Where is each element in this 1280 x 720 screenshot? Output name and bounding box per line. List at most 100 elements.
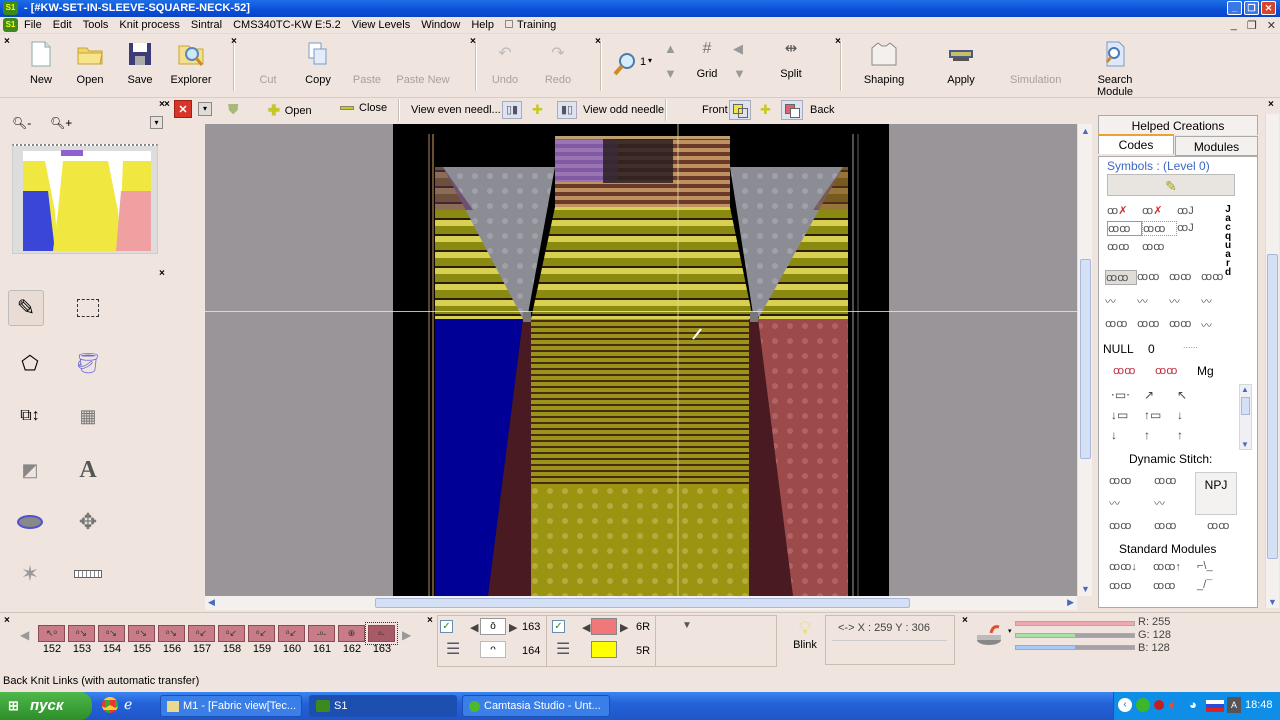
fabric-thumbnail[interactable] [12, 144, 158, 254]
menu-sintral[interactable]: Sintral [191, 19, 222, 31]
minimize-button[interactable]: _ [1227, 1, 1242, 15]
symbol-button[interactable]: ꝏꝏ [1154, 519, 1199, 532]
arrow-down-icon[interactable]: ▼ [733, 66, 746, 81]
symbol-button[interactable]: ꝏJ [1177, 221, 1212, 236]
scroll-right-icon[interactable]: ▶ [1067, 597, 1074, 608]
primary-color-swatch[interactable] [591, 618, 617, 635]
plus-icon[interactable]: ✚ [760, 102, 771, 118]
stitch-swatch-157[interactable]: ᵒ↙ [188, 625, 215, 642]
menu-help[interactable]: Help [471, 19, 494, 31]
toolbar-close-icon[interactable]: × [470, 36, 476, 47]
training-checkbox[interactable] [504, 20, 513, 28]
mdi-restore-button[interactable]: ❐ [1247, 19, 1257, 32]
menu-machine[interactable]: CMS340TC-KW E:5.2 [233, 19, 341, 31]
symbol-button[interactable]: 〰 [1109, 495, 1154, 511]
stitch-next-icon[interactable]: ▶ [509, 621, 517, 634]
stitch-scroll-left-icon[interactable]: ◀ [20, 628, 29, 642]
undo-button[interactable]: ↶ Undo [490, 40, 520, 86]
mirror-tool[interactable]: ⧉↕ [12, 398, 48, 434]
mdi-minimize-button[interactable]: _ [1231, 19, 1237, 32]
front-layer-button[interactable] [729, 100, 751, 120]
symbol-button[interactable]: ꝏꝏ [1107, 240, 1142, 253]
shaping-button[interactable]: Shaping [862, 40, 906, 86]
fill-tool[interactable]: 🪣︎ [70, 345, 106, 381]
menu-knit-process[interactable]: Knit process [119, 19, 180, 31]
tab-helped-creations[interactable]: Helped Creations [1098, 115, 1258, 135]
symbol-button[interactable]: 〰 [1105, 293, 1137, 309]
save-button[interactable]: Save [124, 40, 156, 86]
delete-icon[interactable]: ✕ [174, 100, 192, 118]
symbol-button[interactable]: 〰 [1201, 293, 1233, 309]
knit-pattern-canvas[interactable] [393, 124, 889, 596]
arrow-left-icon[interactable]: ◀ [733, 41, 743, 57]
scroll-down-icon[interactable]: ▼ [1241, 440, 1249, 449]
tray-expand-icon[interactable]: ‹ [1118, 698, 1132, 712]
symbol-button[interactable]: ꝏꝏ [1201, 270, 1233, 285]
scrollbar-thumb[interactable] [1267, 254, 1278, 559]
restore-button[interactable]: ❐ [1244, 1, 1259, 15]
layers-icon[interactable]: ☰ [446, 639, 460, 659]
symbol-button[interactable]: ↓ [1111, 428, 1144, 442]
symbol-button[interactable]: ꝏꝏ [1142, 240, 1177, 253]
symbol-button[interactable]: ꝏꝏ [1105, 270, 1137, 285]
taskbar-item-m1[interactable]: M1 - [Fabric view[Tec... [160, 695, 302, 717]
symbol-button[interactable]: ↖ [1177, 388, 1210, 402]
color-prev-icon[interactable]: ◀ [582, 621, 590, 634]
zero-symbol[interactable]: 0 [1148, 342, 1155, 356]
grid-button[interactable]: # Grid [695, 40, 719, 80]
stitch-enable-checkbox[interactable]: ✓ [440, 620, 453, 633]
explorer-button[interactable]: Explorer [170, 40, 212, 86]
rectangle-select-tool[interactable] [70, 290, 106, 326]
pattern-tool[interactable]: ▦ [70, 398, 106, 434]
panel-close-icon[interactable]: × [159, 268, 165, 279]
selection-dropdown-icon[interactable]: ▼ [682, 620, 692, 631]
view-even-needles-label[interactable]: View even needl... [411, 104, 501, 116]
right-panel-scrollbar[interactable]: ▼ [1265, 114, 1279, 608]
zoom-icon[interactable] [612, 51, 638, 77]
input-method-icon[interactable]: A [1227, 697, 1241, 713]
plus-icon[interactable]: ✚ [532, 102, 543, 118]
stitch-swatch-159[interactable]: ᵒ↙ [248, 625, 275, 642]
stitch-swatch-156[interactable]: ᵒ↘ [158, 625, 185, 642]
zoom-level[interactable]: 1 [640, 56, 646, 68]
symbol-button[interactable]: ꝏꝏ [1154, 474, 1199, 487]
arrow-down-icon[interactable]: ▼ [664, 66, 677, 81]
volume-icon[interactable]: 🔈︎ [1169, 697, 1177, 713]
symbol-button[interactable]: ꝏꝏ [1137, 317, 1169, 333]
symbol-button[interactable]: 〰 [1169, 293, 1201, 309]
symbol-button[interactable]: ↑ [1177, 428, 1210, 442]
scroll-up-icon[interactable]: ▲ [1241, 385, 1249, 394]
module-button[interactable]: ꝏꝏ↑ [1153, 560, 1197, 573]
module-button[interactable]: ⌐\_ [1197, 560, 1241, 573]
toolbar-close-icon[interactable]: × [595, 36, 601, 47]
taskbar-item-s1[interactable]: S1 [309, 695, 457, 717]
module-button[interactable]: _/¯ [1197, 579, 1241, 592]
symbol-button[interactable]: ↓ [1177, 408, 1210, 422]
tab-modules[interactable]: Modules [1175, 136, 1258, 156]
symbol-button[interactable]: ⋅▭⋅ [1111, 388, 1144, 402]
symbol-button[interactable]: 〰 [1201, 317, 1233, 333]
symbol-button[interactable]: ꝏꝏ [1169, 317, 1201, 333]
scrollbar-thumb[interactable] [1241, 397, 1250, 415]
blue-channel-bar[interactable] [1015, 645, 1135, 650]
primary-stitch-swatch[interactable]: ō [480, 618, 506, 635]
toolbar-close-icon[interactable]: × [835, 36, 841, 47]
stitch-scroll-right-icon[interactable]: ▶ [402, 628, 411, 642]
toolbar-close-icon[interactable]: × [231, 36, 237, 47]
search-module-button[interactable]: Search Module [1080, 40, 1150, 98]
toolbar-close-icon[interactable]: × [164, 99, 170, 110]
stitch-swatch-161[interactable]: -ᵒ- [308, 625, 335, 642]
mg-symbol[interactable]: Mg [1197, 364, 1214, 378]
garment-icon[interactable]: ⛊ [228, 101, 248, 119]
symbol-button[interactable]: ꝏꝏ [1107, 221, 1142, 236]
zoom-in-button[interactable]: 🔍︎+ [50, 116, 72, 130]
cut-button[interactable]: Cut [256, 40, 280, 86]
lasso-tool[interactable] [12, 504, 48, 540]
copy-button[interactable]: Copy [302, 40, 334, 86]
npj-button[interactable]: NPJ [1195, 472, 1237, 515]
green-channel-bar[interactable] [1015, 633, 1135, 638]
color-picker-button[interactable] [975, 623, 1005, 647]
menu-window[interactable]: Window [421, 19, 460, 31]
canvas-horizontal-scrollbar[interactable]: ◀ ▶ [205, 596, 1077, 610]
module-button[interactable]: ꝏꝏ [1109, 579, 1153, 592]
